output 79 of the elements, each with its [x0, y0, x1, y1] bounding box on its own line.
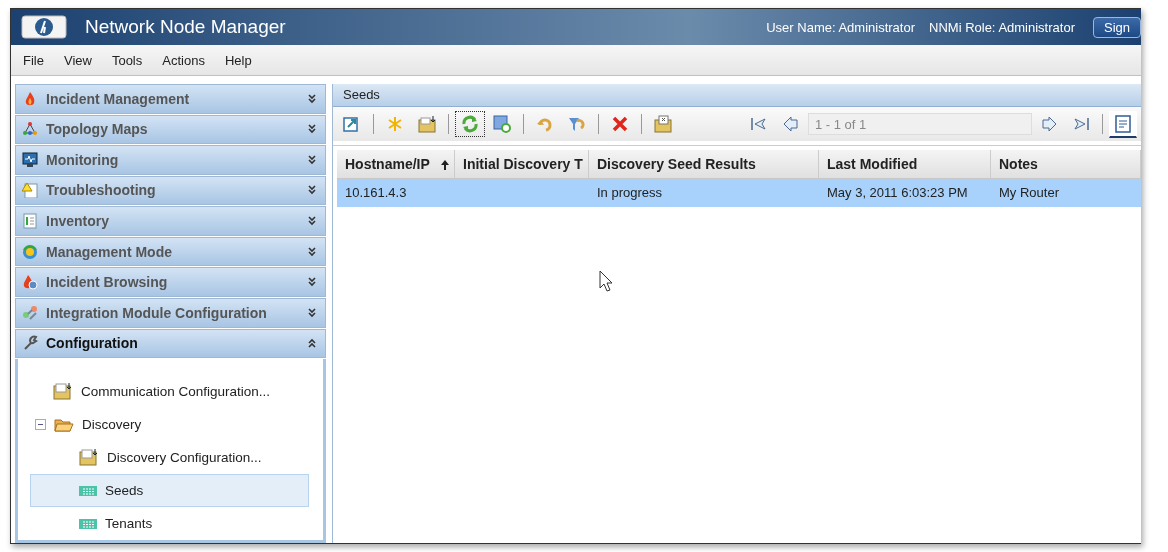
- refresh-icon: [461, 115, 479, 133]
- accordion-header[interactable]: Management Mode: [15, 236, 326, 267]
- monitor-icon: [22, 151, 38, 168]
- table-cell-text: 10.161.4.3: [344, 184, 408, 202]
- expand-icon: [307, 216, 317, 227]
- accordion-label: Inventory: [46, 213, 110, 230]
- expand-icon: [307, 93, 317, 104]
- table-row[interactable]: 10.161.4.3 In progress May 3, 2011 6:03:23 PM My Router: [337, 179, 1141, 207]
- expand-icon: [307, 154, 317, 165]
- expand-icon: [307, 246, 317, 257]
- table-cell-text: In progress: [596, 184, 664, 202]
- accordion-label: Management Mode: [46, 243, 173, 260]
- accordion-header[interactable]: Integration Module Configuration: [15, 297, 326, 328]
- asterisk-icon: [386, 115, 404, 133]
- refresh-button[interactable]: [455, 111, 485, 137]
- accordion-label: Integration Module Configuration: [46, 304, 268, 321]
- tree-item[interactable]: Seeds: [30, 474, 309, 508]
- sort-arrow-icon: [441, 160, 449, 170]
- expand-icon: [307, 124, 317, 135]
- wrench-icon: [22, 335, 38, 352]
- accordion-header[interactable]: Topology Maps: [15, 114, 326, 145]
- accordion-header[interactable]: Configuration: [15, 328, 326, 359]
- first-page-icon: [750, 116, 768, 132]
- tree-item[interactable]: Discovery Configuration...: [30, 441, 309, 475]
- column-header[interactable]: Initial Discovery T: [455, 150, 589, 178]
- menu-item[interactable]: Tools: [101, 52, 153, 68]
- app-title: Network Node Manager: [85, 16, 286, 38]
- accordion-header[interactable]: Monitoring: [15, 145, 326, 175]
- warning-document-icon: [22, 182, 38, 199]
- right-arrow-icon: [1040, 116, 1058, 132]
- sign-out-button[interactable]: Sign: [1092, 16, 1141, 38]
- table-icon: [79, 517, 97, 530]
- delete-icon: [611, 115, 629, 133]
- accordion-label: Configuration: [46, 335, 139, 352]
- menu-item[interactable]: File: [13, 52, 54, 68]
- tree-item[interactable]: Tenants: [30, 507, 309, 541]
- expand-icon: [307, 185, 317, 196]
- collapse-toggle-icon[interactable]: [35, 419, 46, 431]
- menu-item[interactable]: Actions: [152, 52, 215, 68]
- role-label: NNMi Role: Administrator: [929, 19, 1075, 35]
- accordion-label: Incident Management: [46, 90, 191, 107]
- column-header[interactable]: Notes: [991, 150, 1141, 178]
- collapse-icon: [307, 338, 317, 349]
- accordion-header[interactable]: Inventory: [15, 206, 326, 236]
- accordion-header[interactable]: Incident Browsing: [15, 267, 326, 297]
- last-page-icon: [1072, 116, 1090, 132]
- logo-icon: [21, 15, 67, 39]
- menu-item[interactable]: Help: [214, 52, 262, 68]
- document-icon: [1115, 114, 1131, 133]
- column-header[interactable]: Discovery Seed Results: [589, 150, 819, 178]
- tree-item[interactable]: Discovery: [30, 408, 309, 442]
- network-icon: [22, 121, 38, 138]
- user-name-label: User Name: Administrator: [766, 19, 916, 35]
- expand-icon: [307, 307, 317, 318]
- table-cell-text: May 3, 2011 6:03:23 PM: [826, 184, 969, 202]
- accordion-label: Topology Maps: [46, 121, 149, 138]
- column-header[interactable]: Last Modified: [819, 150, 991, 178]
- accordion-label: Troubleshooting: [46, 182, 157, 199]
- folder-import-icon: [53, 382, 73, 401]
- folder-import-icon: [79, 448, 99, 467]
- accordion-header[interactable]: Troubleshooting: [15, 175, 326, 206]
- open-folder-icon: [54, 416, 74, 433]
- document-icon: [22, 213, 38, 230]
- folder-close-icon: [654, 115, 672, 133]
- table-icon: [79, 484, 97, 497]
- mouse-pointer-icon: [599, 270, 615, 294]
- accordion-label: Monitoring: [46, 151, 120, 168]
- export-icon: [343, 115, 361, 133]
- filter-undo-icon: [568, 115, 586, 133]
- accordion-header[interactable]: Incident Management: [15, 84, 326, 114]
- folder-import-icon: [418, 115, 436, 133]
- seeds-tab[interactable]: Seeds: [333, 84, 390, 106]
- columns-button[interactable]: [1109, 110, 1137, 138]
- accordion-label: Incident Browsing: [46, 274, 169, 291]
- tree-item[interactable]: Communication Configuration...: [30, 375, 309, 409]
- expand-icon: [307, 277, 317, 288]
- menu-item[interactable]: View: [53, 52, 102, 68]
- left-arrow-icon: [782, 116, 800, 132]
- table-cell-text: My Router: [998, 184, 1060, 202]
